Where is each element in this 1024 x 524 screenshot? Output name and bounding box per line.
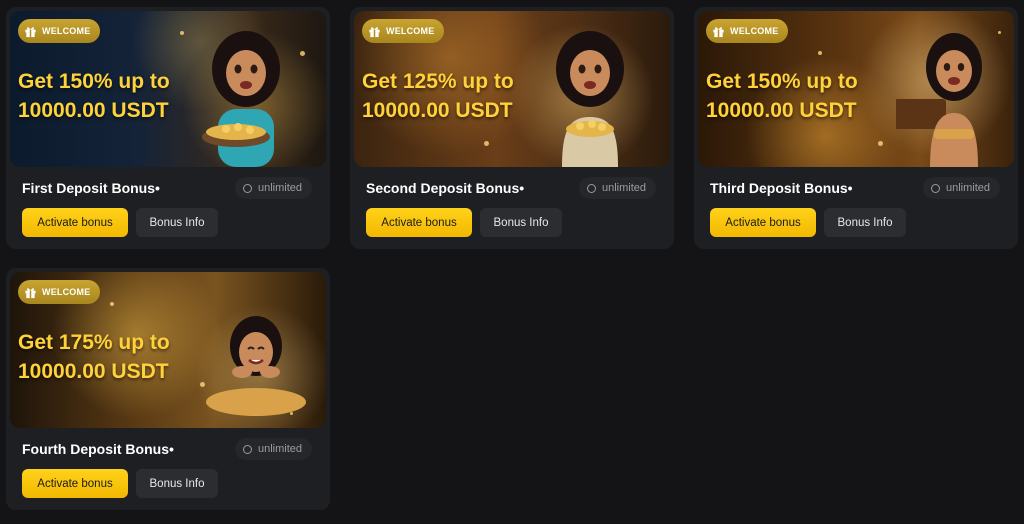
usage-limit-badge: unlimited (578, 177, 656, 199)
gift-icon (25, 26, 36, 37)
usage-limit-badge: unlimited (234, 177, 312, 199)
bonus-title: Second Deposit Bonus• (366, 180, 525, 196)
bonus-card-first: WELCOME Get 150% up to 10000.00 USDT Fir… (6, 7, 330, 249)
sparkle (110, 302, 114, 306)
usage-limit-label: unlimited (945, 182, 990, 194)
welcome-badge: WELCOME (706, 19, 789, 43)
bonus-actions: Activate bonus Bonus Info (698, 207, 1014, 247)
welcome-badge: WELCOME (18, 19, 101, 43)
welcome-badge: WELCOME (18, 280, 101, 304)
sparkle (878, 141, 883, 146)
circle-icon (930, 183, 940, 193)
bonus-card-fourth: WELCOME Get 175% up to 10000.00 USDT Fou… (6, 268, 330, 510)
usage-limit-label: unlimited (257, 443, 302, 455)
sparkle (818, 51, 822, 55)
sparkle (180, 31, 184, 35)
bonus-grid: WELCOME Get 150% up to 10000.00 USDT Fir… (0, 0, 1024, 524)
character-illustration (556, 31, 624, 167)
bonus-headline: Get 125% up to 10000.00 USDT (362, 70, 514, 122)
bonus-headline: Get 150% up to 10000.00 USDT (706, 70, 858, 122)
activate-bonus-button[interactable]: Activate bonus (22, 208, 128, 237)
bonus-title: First Deposit Bonus• (22, 180, 160, 196)
usage-limit-label: unlimited (257, 182, 302, 194)
welcome-badge-label: WELCOME (386, 26, 435, 36)
welcome-badge-label: WELCOME (730, 26, 779, 36)
bonus-info-row: First Deposit Bonus• unlimited (10, 167, 326, 207)
bonus-info-button[interactable]: Bonus Info (136, 208, 218, 237)
bonus-actions: Activate bonus Bonus Info (354, 207, 670, 247)
bonus-info-row: Second Deposit Bonus• unlimited (354, 167, 670, 207)
activate-bonus-button[interactable]: Activate bonus (22, 469, 128, 498)
gift-icon (713, 26, 724, 37)
bonus-title: Third Deposit Bonus• (710, 180, 853, 196)
bonus-actions: Activate bonus Bonus Info (10, 207, 326, 247)
bonus-banner: WELCOME Get 150% up to 10000.00 USDT (698, 11, 1014, 167)
bonus-info-button[interactable]: Bonus Info (136, 469, 218, 498)
welcome-badge: WELCOME (362, 19, 445, 43)
welcome-badge-label: WELCOME (42, 26, 91, 36)
bonus-card-second: WELCOME Get 125% up to 10000.00 USDT Sec… (350, 7, 674, 249)
bonus-title: Fourth Deposit Bonus• (22, 441, 174, 457)
welcome-badge-label: WELCOME (42, 287, 91, 297)
circle-icon (242, 444, 252, 454)
sparkle (300, 51, 305, 56)
activate-bonus-button[interactable]: Activate bonus (366, 208, 472, 237)
circle-icon (242, 183, 252, 193)
gift-icon (369, 26, 380, 37)
circle-icon (586, 183, 596, 193)
sparkle (998, 31, 1001, 34)
bonus-headline: Get 175% up to 10000.00 USDT (18, 331, 170, 383)
bonus-banner: WELCOME Get 150% up to 10000.00 USDT (10, 11, 326, 167)
character-illustration (202, 31, 280, 167)
usage-limit-label: unlimited (601, 182, 646, 194)
bonus-info-row: Fourth Deposit Bonus• unlimited (10, 428, 326, 468)
bonus-info-button[interactable]: Bonus Info (824, 208, 906, 237)
bonus-banner: WELCOME Get 125% up to 10000.00 USDT (354, 11, 670, 167)
bonus-card-third: WELCOME Get 150% up to 10000.00 USDT Thi… (694, 7, 1018, 249)
character-illustration (206, 316, 306, 416)
sparkle (484, 141, 489, 146)
character-illustration (896, 33, 982, 167)
bonus-info-row: Third Deposit Bonus• unlimited (698, 167, 1014, 207)
activate-bonus-button[interactable]: Activate bonus (710, 208, 816, 237)
bonus-info-button[interactable]: Bonus Info (480, 208, 562, 237)
bonus-actions: Activate bonus Bonus Info (10, 468, 326, 508)
bonus-headline: Get 150% up to 10000.00 USDT (18, 70, 170, 122)
gift-icon (25, 287, 36, 298)
bonus-banner: WELCOME Get 175% up to 10000.00 USDT (10, 272, 326, 428)
usage-limit-badge: unlimited (234, 438, 312, 460)
usage-limit-badge: unlimited (922, 177, 1000, 199)
